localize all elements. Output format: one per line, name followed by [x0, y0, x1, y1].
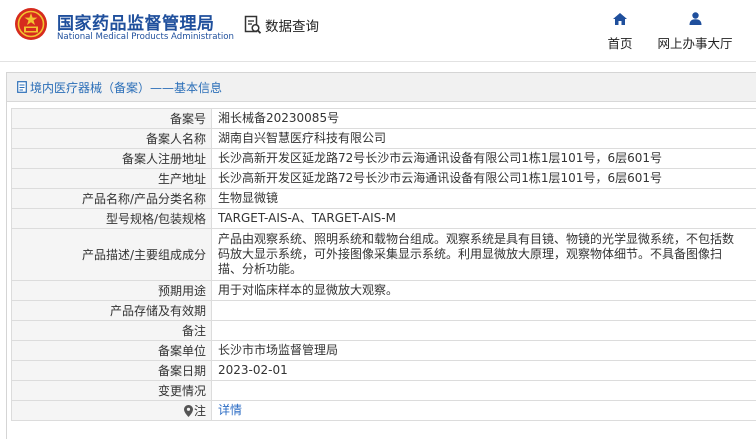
row-label: 型号规格/包装规格 — [11, 208, 212, 229]
org-name-en: National Medical Products Administration — [57, 32, 234, 42]
org-name-cn: 国家药品监督管理局 — [57, 14, 215, 34]
row-value: TARGET-AIS-A、TARGET-AIS-M — [211, 208, 756, 229]
table-row: 备案单位 长沙市市场监督管理局 — [11, 340, 756, 361]
national-emblem-icon — [15, 8, 47, 40]
row-label: 产品描述/主要组成成分 — [11, 228, 212, 281]
location-pin-icon — [183, 405, 193, 417]
data-query-label: 数据查询 — [265, 19, 319, 35]
table-row: 产品描述/主要组成成分 产品由观察系统、照明系统和载物台组成。观察系统是具有目镜… — [11, 228, 756, 281]
note-label-cell: 注 — [11, 400, 212, 421]
row-value: 生物显微镜 — [211, 188, 756, 209]
table-row: 备案人名称 湖南自兴智慧医疗科技有限公司 — [11, 128, 756, 149]
nav-home[interactable]: 首页 — [600, 10, 640, 52]
search-document-icon — [244, 15, 262, 34]
table-row: 预期用途 用于对临床样本的显微放大观察。 — [11, 280, 756, 301]
nav-home-label: 首页 — [607, 36, 633, 51]
table-row: 产品存储及有效期 — [11, 300, 756, 321]
row-label: 备注 — [11, 320, 212, 341]
table-row: 备案日期 2023-02-01 — [11, 360, 756, 381]
row-label: 备案单位 — [11, 340, 212, 361]
row-value: 产品由观察系统、照明系统和载物台组成。观察系统是具有目镜、物镜的光学显微系统，不… — [211, 228, 756, 281]
table-row: 型号规格/包装规格 TARGET-AIS-A、TARGET-AIS-M — [11, 208, 756, 229]
row-value — [211, 320, 756, 341]
home-icon — [613, 13, 627, 25]
details-link[interactable]: 详情 — [218, 403, 242, 417]
table-row: 备注 — [11, 320, 756, 341]
note-value-cell: 详情 — [211, 400, 756, 421]
row-label: 备案人注册地址 — [11, 148, 212, 169]
panel-header: 境内医疗器械（备案）——基本信息 — [7, 73, 756, 102]
row-label: 生产地址 — [11, 168, 212, 189]
user-icon — [689, 12, 701, 25]
row-value: 湖南自兴智慧医疗科技有限公司 — [211, 128, 756, 149]
row-value: 长沙市市场监督管理局 — [211, 340, 756, 361]
row-label: 产品名称/产品分类名称 — [11, 188, 212, 209]
table-row: 变更情况 — [11, 380, 756, 401]
note-label: 注 — [193, 404, 206, 418]
table-row: 备案号 湘长械备20230085号 — [11, 108, 756, 129]
row-value: 长沙高新开发区延龙路72号长沙市云海通讯设备有限公司1栋1层101号，6层601… — [211, 148, 756, 169]
row-label: 产品存储及有效期 — [11, 300, 212, 321]
row-value-text: 产品由观察系统、照明系统和载物台组成。观察系统是具有目镜、物镜的光学显微系统，不… — [218, 232, 735, 276]
record-table: 备案号 湘长械备20230085号 备案人名称 湖南自兴智慧医疗科技有限公司 备… — [11, 108, 756, 421]
panel-title: 境内医疗器械（备案）——基本信息 — [30, 80, 223, 95]
table-row-note: 注 详情 — [11, 400, 756, 421]
row-value: 湘长械备20230085号 — [211, 108, 756, 129]
table-row: 生产地址 长沙高新开发区延龙路72号长沙市云海通讯设备有限公司1栋1层101号，… — [11, 168, 756, 189]
data-query-tab[interactable]: 数据查询 — [244, 14, 319, 36]
row-label: 备案号 — [11, 108, 212, 129]
row-value — [211, 380, 756, 401]
nav-online-hall[interactable]: 网上办事大厅 — [650, 10, 740, 52]
row-value: 用于对临床样本的显微放大观察。 — [211, 280, 756, 301]
nav-online-hall-label: 网上办事大厅 — [657, 36, 733, 51]
row-value — [211, 300, 756, 321]
table-row: 备案人注册地址 长沙高新开发区延龙路72号长沙市云海通讯设备有限公司1栋1层10… — [11, 148, 756, 169]
row-label: 备案人名称 — [11, 128, 212, 149]
row-label: 备案日期 — [11, 360, 212, 381]
row-value: 2023-02-01 — [211, 360, 756, 381]
site-header: 国家药品监督管理局 National Medical Products Admi… — [0, 0, 756, 62]
row-label: 预期用途 — [11, 280, 212, 301]
table-row: 产品名称/产品分类名称 生物显微镜 — [11, 188, 756, 209]
row-value: 长沙高新开发区延龙路72号长沙市云海通讯设备有限公司1栋1层101号，6层601… — [211, 168, 756, 189]
document-icon — [17, 81, 27, 93]
row-label: 变更情况 — [11, 380, 212, 401]
